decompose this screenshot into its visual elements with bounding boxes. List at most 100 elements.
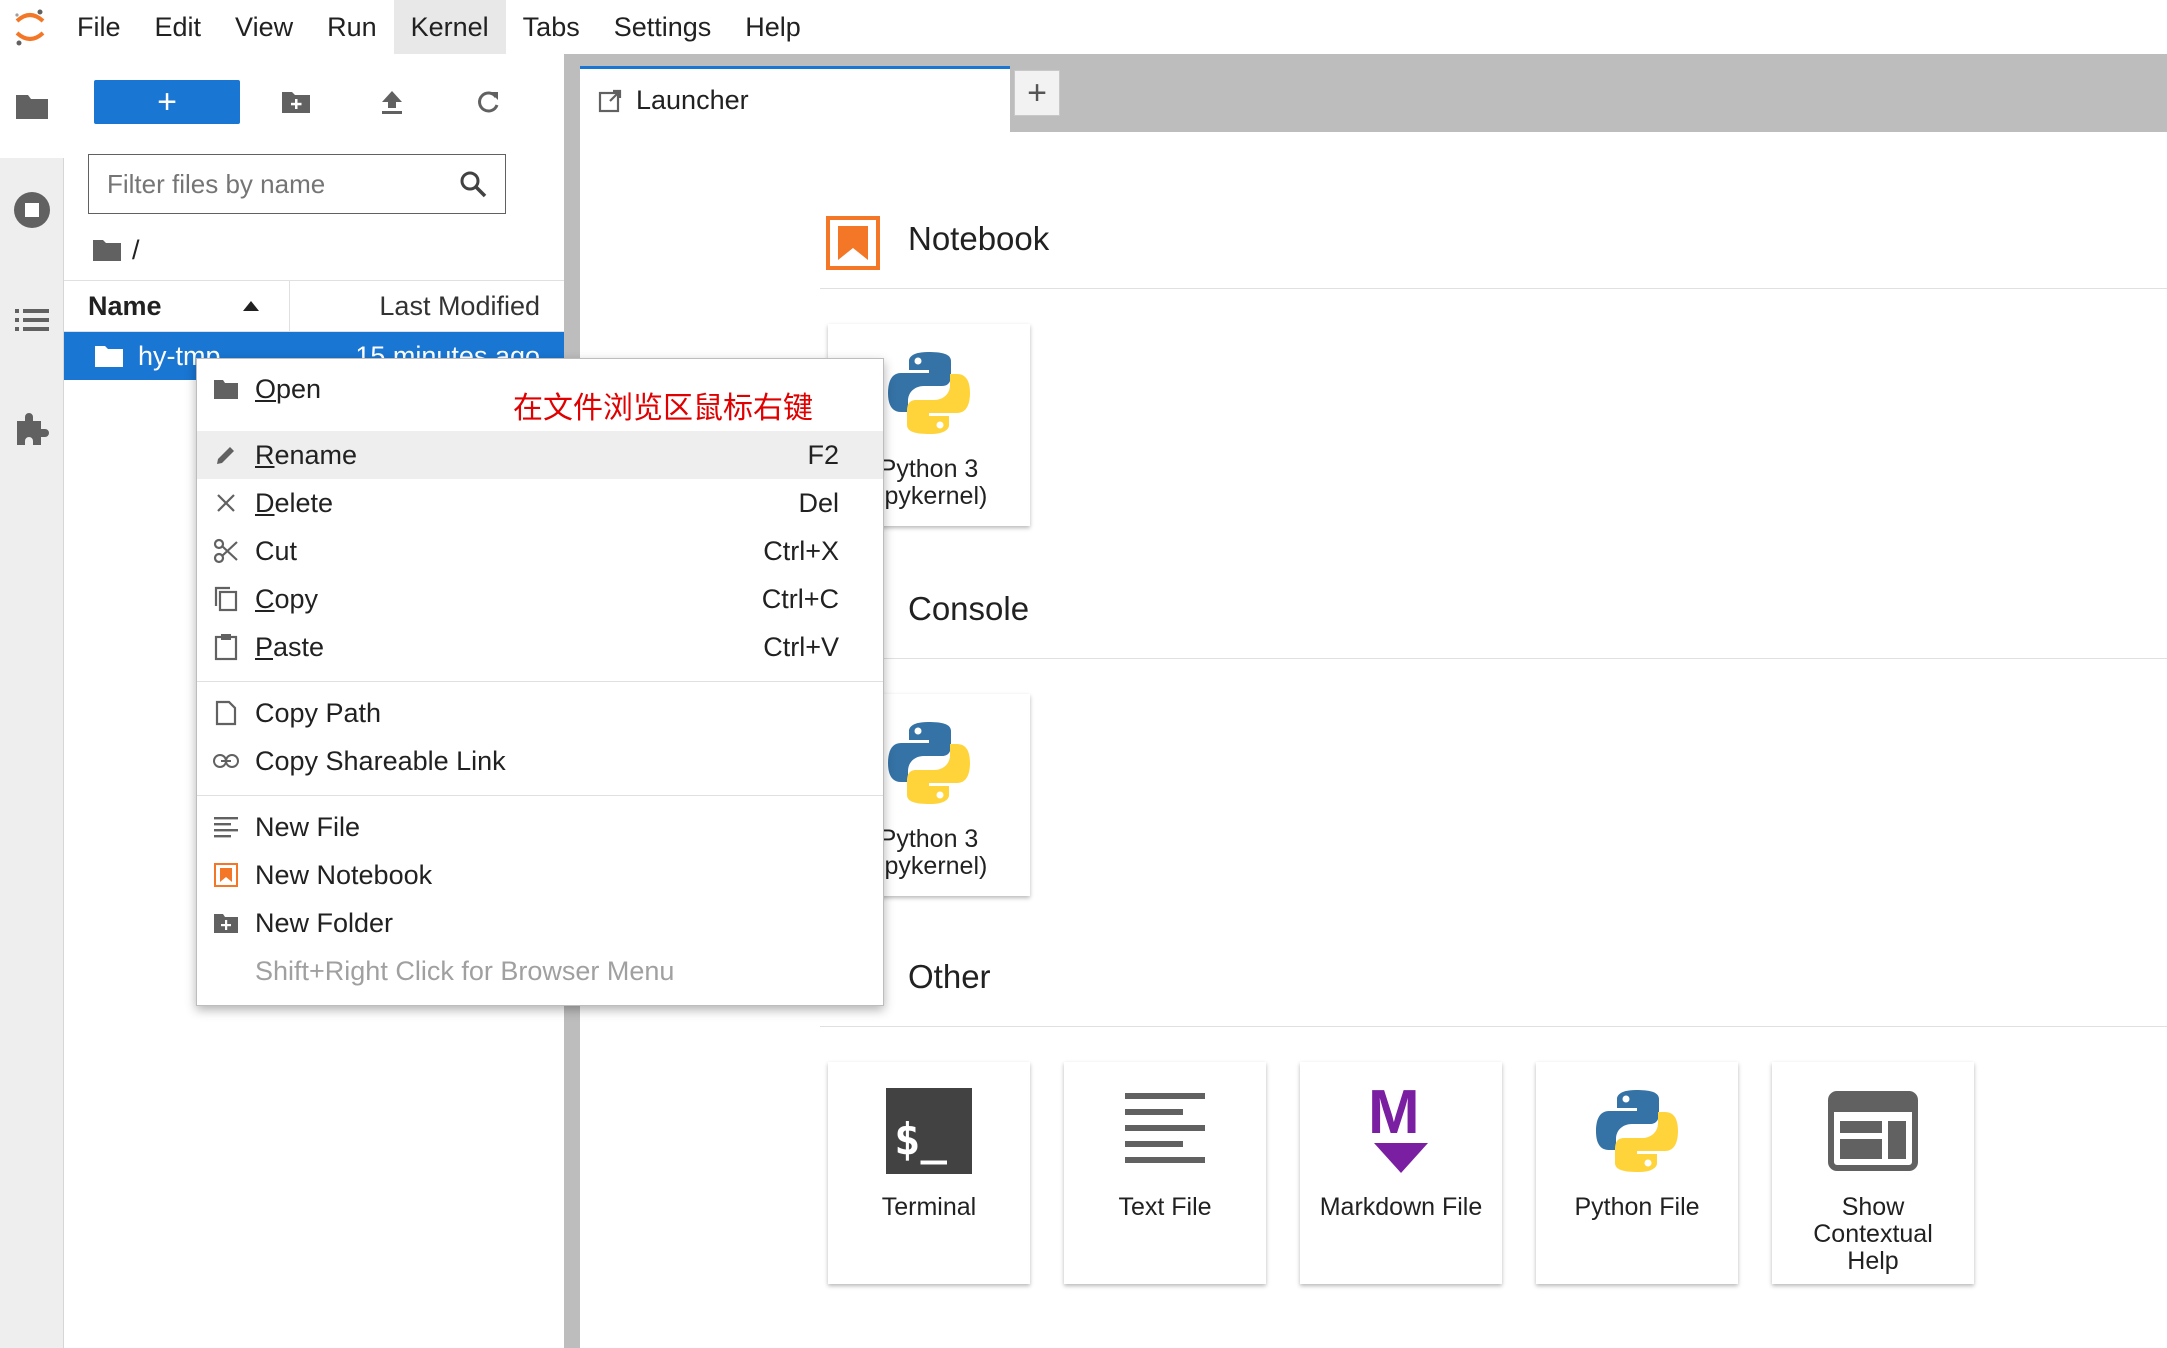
section-divider — [820, 288, 2167, 289]
close-icon — [197, 479, 255, 527]
pencil-icon — [197, 431, 255, 479]
menu-item-label: New Notebook — [255, 859, 433, 890]
sort-ascending-icon — [243, 301, 259, 311]
link-icon — [197, 737, 255, 785]
refresh-button[interactable] — [466, 80, 510, 124]
context-menu-new-notebook[interactable]: New Notebook — [197, 851, 883, 899]
menu-separator — [197, 795, 883, 796]
card-label: Show Contextual Help — [1772, 1194, 1974, 1275]
menu-item-label: New File — [255, 811, 361, 842]
card-label-line: Contextual — [1813, 1220, 1933, 1248]
menu-item-shortcut: Ctrl+C — [761, 583, 839, 614]
menu-item-label: Cut — [255, 535, 298, 566]
notebook-icon — [197, 851, 255, 899]
context-menu-paste[interactable]: Paste Ctrl+V — [197, 623, 883, 671]
new-tab-button[interactable]: + — [1014, 70, 1060, 116]
name-column-header[interactable]: Name — [64, 281, 290, 331]
context-menu-open[interactable]: Open — [197, 365, 883, 413]
context-menu-copy-shareable-link[interactable]: Copy Shareable Link — [197, 737, 883, 785]
table-of-contents-tab[interactable] — [0, 268, 64, 372]
new-folder-button[interactable] — [274, 80, 318, 124]
clipboard-icon — [197, 623, 255, 671]
card-label: Markdown File — [1319, 1193, 1483, 1221]
launcher-card-terminal[interactable]: $_ Terminal — [828, 1062, 1030, 1284]
context-menu-copy[interactable]: Copy Ctrl+C — [197, 575, 883, 623]
menu-edit[interactable]: Edit — [138, 0, 219, 54]
refresh-icon — [478, 91, 499, 113]
stop-circle-icon — [14, 192, 50, 228]
launcher-card-markdown-file[interactable]: M Markdown File — [1300, 1062, 1502, 1284]
file-browser-tab[interactable] — [0, 54, 64, 158]
menu-item-label: New Folder — [255, 907, 394, 938]
menu-kernel[interactable]: Kernel — [393, 0, 506, 54]
context-menu-copy-path[interactable]: Copy Path — [197, 689, 883, 737]
filter-files-input[interactable]: Filter files by name — [88, 154, 506, 214]
text-file-icon — [197, 803, 255, 851]
puzzle-icon — [17, 413, 49, 445]
breadcrumb-root[interactable]: / — [132, 235, 140, 266]
terminal-icon: $_ — [828, 1082, 1030, 1180]
folder-icon — [197, 365, 255, 413]
text-file-icon — [1064, 1082, 1266, 1180]
context-menu-new-folder[interactable]: New Folder — [197, 899, 883, 947]
context-menu-cut[interactable]: Cut Ctrl+X — [197, 527, 883, 575]
section-title-notebook: Notebook — [908, 220, 1050, 257]
upload-button[interactable] — [370, 80, 414, 124]
section-title-console: Console — [908, 590, 1030, 627]
menu-item-label: Delete — [255, 487, 334, 518]
section-title-other: Other — [908, 958, 991, 995]
svg-text:$_: $_ — [894, 1114, 947, 1165]
jupyter-logo-icon — [0, 0, 60, 54]
context-menu-browser-menu-hint: Shift+Right Click for Browser Menu — [197, 947, 883, 995]
extension-manager-tab[interactable] — [0, 376, 64, 480]
context-menu-rename[interactable]: Rename F2 — [197, 431, 883, 479]
filter-placeholder: Filter files by name — [107, 168, 326, 199]
new-launcher-button[interactable]: + — [94, 80, 240, 124]
jupyterlab-window: File Edit View Run Kernel Tabs Settings … — [0, 0, 2167, 1348]
card-label: Python File — [1574, 1193, 1700, 1221]
menu-file[interactable]: File — [60, 0, 138, 54]
file-list-header: Name Last Modified — [64, 280, 564, 332]
left-activity-bar — [0, 54, 64, 1348]
launcher-card-python-file[interactable]: Python File — [1536, 1062, 1738, 1284]
tab-launcher-label: Launcher — [636, 85, 749, 115]
last-modified-column-header[interactable]: Last Modified — [290, 291, 564, 322]
plus-icon: + — [157, 83, 177, 121]
context-menu-delete[interactable]: Delete Del — [197, 479, 883, 527]
section-divider — [820, 658, 2167, 659]
card-label-line: Help — [1847, 1247, 1899, 1275]
launcher-card-contextual-help[interactable]: Show Contextual Help — [1772, 1062, 1974, 1284]
python-icon — [1536, 1082, 1738, 1180]
file-context-menu: 在文件浏览区鼠标右键 Open Rename F2 Delete Del Cut… — [196, 358, 884, 1006]
folder-icon — [15, 95, 48, 119]
menu-item-label: Copy Shareable Link — [255, 745, 506, 776]
main-tab-bar: Launcher + — [580, 54, 2167, 132]
name-column-label: Name — [88, 290, 162, 321]
menu-item-shortcut: Ctrl+X — [763, 535, 839, 566]
launcher-icon — [598, 89, 622, 112]
running-kernels-tab[interactable] — [0, 158, 64, 262]
upload-icon — [382, 91, 402, 114]
menu-run[interactable]: Run — [310, 0, 394, 54]
file-icon — [197, 689, 255, 737]
scissors-icon — [197, 527, 255, 575]
menu-settings[interactable]: Settings — [597, 0, 729, 54]
card-label: Terminal — [881, 1193, 977, 1221]
menu-tabs[interactable]: Tabs — [506, 0, 597, 54]
menu-view[interactable]: View — [218, 0, 310, 54]
menu-item-shortcut: F2 — [807, 439, 839, 470]
tab-launcher[interactable]: Launcher — [580, 66, 1010, 132]
home-folder-icon[interactable] — [92, 238, 122, 262]
launcher-card-text-file[interactable]: Text File — [1064, 1062, 1266, 1284]
menu-item-shortcut: Ctrl+V — [763, 631, 839, 662]
contextual-help-icon — [1772, 1082, 1974, 1180]
context-menu-new-file[interactable]: New File — [197, 803, 883, 851]
folder-icon — [95, 346, 123, 367]
menu-item-label: Open — [255, 373, 322, 404]
section-divider — [820, 1026, 2167, 1027]
search-icon — [460, 171, 487, 198]
notebook-icon — [826, 216, 880, 270]
new-folder-icon — [282, 92, 310, 113]
menu-help[interactable]: Help — [728, 0, 818, 54]
menu-item-label: Copy Path — [255, 697, 382, 728]
